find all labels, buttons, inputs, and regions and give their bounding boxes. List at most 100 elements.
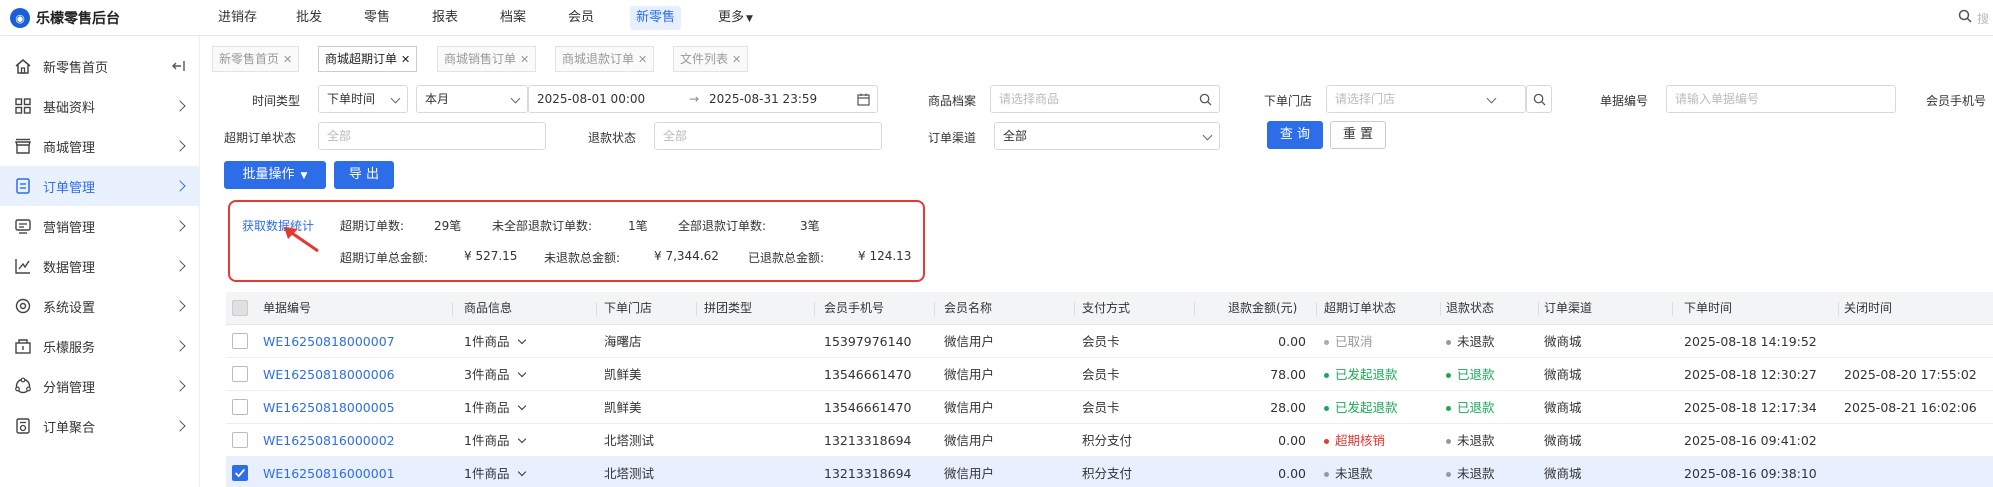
cell-goods[interactable]: 1件商品 <box>464 325 527 358</box>
close-icon[interactable]: ✕ <box>732 53 741 66</box>
chevron-right-icon <box>174 220 186 232</box>
cell-goods[interactable]: 1件商品 <box>464 457 527 487</box>
topnav-item-new-retail[interactable]: 新零售 <box>630 6 682 30</box>
sidebar-item-mall-management[interactable]: 商城管理 <box>0 126 200 166</box>
column-header[interactable]: 退款金额(元) <box>1228 292 1297 325</box>
tab-mall-overdue-orders[interactable]: 商城超期订单 ✕ <box>318 46 418 72</box>
row-checkbox[interactable] <box>232 399 248 415</box>
table-row[interactable]: WE16250818000006 3件商品 凯鲜美 13546661470 微信用户 会员… <box>226 358 1993 391</box>
collapse-icon[interactable] <box>172 60 186 72</box>
cell-overdue-status: 未退款 <box>1324 457 1373 487</box>
close-icon[interactable]: ✕ <box>638 53 647 66</box>
sidebar-item-new-retail-home[interactable]: 新零售首页 <box>0 46 200 86</box>
shop-icon <box>15 138 31 154</box>
row-checkbox[interactable] <box>232 465 248 481</box>
export-button[interactable]: 导 出 <box>334 161 394 189</box>
tab-mall-refund-orders[interactable]: 商城退款订单 ✕ <box>555 46 655 72</box>
close-icon[interactable]: ✕ <box>283 53 292 66</box>
column-header[interactable]: 商品信息 <box>464 292 512 325</box>
sidebar-item-marketing[interactable]: 营销管理 <box>0 206 200 246</box>
reset-button[interactable]: 重 置 <box>1330 121 1386 149</box>
store-search-button[interactable] <box>1526 85 1552 113</box>
chevron-down-icon[interactable] <box>518 434 527 444</box>
cell-member-phone: 13546661470 <box>824 358 911 391</box>
search-icon[interactable] <box>1199 93 1212 106</box>
status-dot <box>1324 373 1329 378</box>
column-header[interactable]: 拼团类型 <box>704 292 752 325</box>
top-search-input[interactable]: 搜 <box>1977 10 1989 27</box>
chevron-down-icon <box>1486 93 1497 104</box>
channel-select[interactable]: 全部 <box>994 122 1220 150</box>
cell-doc-no[interactable]: WE16250818000007 <box>263 325 395 358</box>
sidebar-item-distribution[interactable]: 分销管理 <box>0 366 200 406</box>
cell-goods[interactable]: 3件商品 <box>464 358 527 391</box>
chevron-down-icon <box>390 93 401 104</box>
tab-file-list[interactable]: 文件列表 ✕ <box>673 46 749 72</box>
topnav-item-members[interactable]: 会员 <box>562 6 600 30</box>
tab-mall-sales-orders[interactable]: 商城销售订单 ✕ <box>437 46 537 72</box>
column-header[interactable]: 单据编号 <box>263 292 311 325</box>
table-row[interactable]: WE16250818000005 1件商品 凯鲜美 13546661470 微信用户 会员… <box>226 391 1993 424</box>
topnav-item-inventory[interactable]: 进销存 <box>212 6 263 30</box>
close-icon[interactable]: ✕ <box>401 53 410 66</box>
sidebar-item-basic-data[interactable]: 基础资料 <box>0 86 200 126</box>
doc-no-input[interactable]: 请输入单据编号 <box>1666 85 1896 113</box>
end-time: 2025-08-31 23:59 <box>709 92 818 106</box>
column-divider <box>814 302 815 316</box>
cell-refund-status: 未退款 <box>1446 325 1495 358</box>
chevron-down-icon: ▼ <box>300 171 308 181</box>
batch-operation-button[interactable]: 批量操作 ▼ <box>224 161 326 189</box>
column-divider <box>696 302 697 316</box>
search-icon[interactable] <box>1958 9 1972 23</box>
cell-doc-no[interactable]: WE16250818000006 <box>263 358 395 391</box>
close-icon[interactable]: ✕ <box>520 53 529 66</box>
topnav-item-retail[interactable]: 零售 <box>358 6 396 30</box>
chevron-down-icon[interactable] <box>518 335 527 345</box>
tab-new-retail-home[interactable]: 新零售首页 ✕ <box>212 46 300 72</box>
column-header[interactable]: 超期订单状态 <box>1324 292 1396 325</box>
cell-doc-no[interactable]: WE16250818000005 <box>263 391 395 424</box>
app-logo[interactable]: ◉ 乐檬零售后台 <box>10 8 120 28</box>
select-all-checkbox[interactable] <box>232 300 248 316</box>
cell-doc-no[interactable]: WE16250816000002 <box>263 424 395 457</box>
sidebar-item-order-management[interactable]: 订单管理 <box>0 166 200 206</box>
column-header[interactable]: 关闭时间 <box>1844 292 1892 325</box>
table-row[interactable]: WE16250816000002 1件商品 北塔测试 13213318694 微信用户 积… <box>226 424 1993 457</box>
column-header[interactable]: 下单门店 <box>604 292 652 325</box>
sidebar-item-data-management[interactable]: 数据管理 <box>0 246 200 286</box>
chevron-down-icon[interactable] <box>518 368 527 378</box>
refund-status-select[interactable]: 全部 <box>654 122 882 150</box>
topnav-item-wholesale[interactable]: 批发 <box>290 6 328 30</box>
row-checkbox[interactable] <box>232 333 248 349</box>
row-checkbox[interactable] <box>232 366 248 382</box>
product-input[interactable]: 请选择商品 <box>990 85 1220 113</box>
sidebar-item-system-settings[interactable]: 系统设置 <box>0 286 200 326</box>
store-select[interactable]: 请选择门店 <box>1326 85 1526 113</box>
overdue-status-label: 超期订单状态 <box>224 131 297 145</box>
cell-goods[interactable]: 1件商品 <box>464 424 527 457</box>
chevron-down-icon[interactable] <box>518 401 527 411</box>
time-type-select[interactable]: 下单时间 <box>318 85 408 113</box>
query-button[interactable]: 查 询 <box>1267 121 1323 149</box>
topnav-item-archives[interactable]: 档案 <box>494 6 532 30</box>
table-row[interactable]: WE16250818000007 1件商品 海曙店 15397976140 微信用户 会员… <box>226 325 1993 358</box>
chevron-down-icon[interactable] <box>518 467 527 477</box>
sidebar-item-order-aggregation[interactable]: 订单聚合 <box>0 406 200 446</box>
period-select[interactable]: 本月 <box>416 85 528 113</box>
column-header[interactable]: 下单时间 <box>1684 292 1732 325</box>
topnav-item-more[interactable]: 更多 ▼ <box>712 6 759 30</box>
column-header[interactable]: 会员手机号 <box>824 292 884 325</box>
cell-doc-no[interactable]: WE16250816000001 <box>263 457 395 487</box>
row-checkbox[interactable] <box>232 432 248 448</box>
column-header[interactable]: 订单渠道 <box>1544 292 1592 325</box>
column-header[interactable]: 会员名称 <box>944 292 992 325</box>
table-row[interactable]: WE16250816000001 1件商品 北塔测试 13213318694 微信用户 积… <box>226 457 1993 487</box>
column-header[interactable]: 退款状态 <box>1446 292 1494 325</box>
date-range-picker[interactable]: 2025-08-01 00:00 → 2025-08-31 23:59 <box>528 85 878 113</box>
topnav-item-reports[interactable]: 报表 <box>426 6 464 30</box>
column-header[interactable]: 支付方式 <box>1082 292 1130 325</box>
sidebar-item-lemon-service[interactable]: 乐檬服务 <box>0 326 200 366</box>
cell-refund-status: 已退款 <box>1446 358 1495 391</box>
cell-goods[interactable]: 1件商品 <box>464 391 527 424</box>
overdue-status-select[interactable]: 全部 <box>318 122 546 150</box>
